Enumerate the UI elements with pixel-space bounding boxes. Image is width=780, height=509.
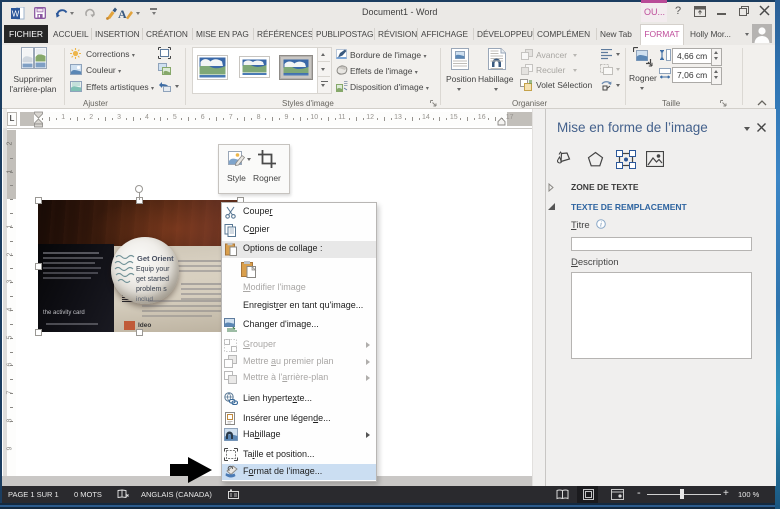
svg-text:A: A bbox=[118, 7, 127, 20]
svg-text:i: i bbox=[600, 221, 602, 229]
svg-text:W: W bbox=[12, 10, 20, 19]
